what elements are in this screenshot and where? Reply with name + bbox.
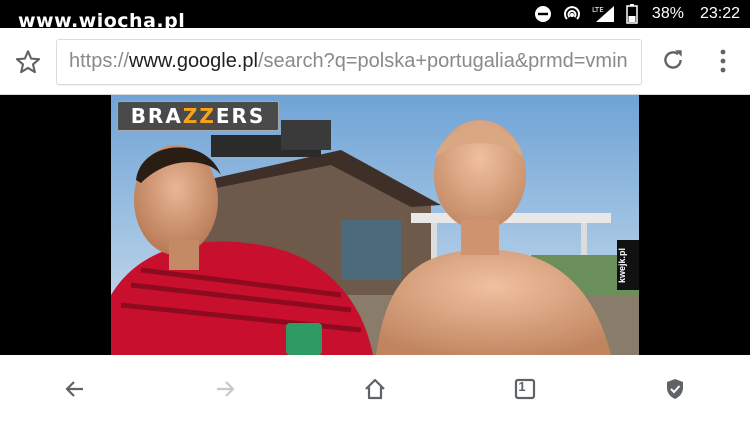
brand-zz: ZZ bbox=[182, 104, 216, 128]
status-icons: LTE 38% 23:22 bbox=[534, 0, 750, 28]
url-text[interactable]: https://www.google.pl/search?q=polska+po… bbox=[69, 50, 628, 73]
url-path: /search?q=polska+portugalia&prmd=vmin bbox=[258, 50, 628, 72]
photo-illustration bbox=[111, 95, 639, 355]
shield-check-icon bbox=[667, 379, 683, 399]
clock: 23:22 bbox=[699, 5, 740, 22]
page-content: BRA ZZ ERS kwejk.pl bbox=[0, 95, 750, 355]
svg-text:LTE: LTE bbox=[592, 6, 604, 14]
url-domain: www.google.pl bbox=[129, 50, 258, 72]
home-button[interactable] bbox=[361, 375, 389, 403]
browser-toolbar: https://www.google.pl/search?q=polska+po… bbox=[0, 28, 750, 95]
overflow-menu-icon[interactable] bbox=[712, 46, 734, 76]
forward-arrow-icon bbox=[217, 381, 235, 397]
reload-icon[interactable] bbox=[660, 47, 686, 73]
bottom-navigation bbox=[0, 355, 750, 422]
lte-signal-icon: LTE bbox=[592, 6, 614, 22]
brand-right: ERS bbox=[215, 104, 266, 128]
brazzers-logo: BRA ZZ ERS bbox=[117, 101, 279, 131]
battery-percent: 38% bbox=[651, 5, 684, 22]
forward-button[interactable] bbox=[211, 375, 239, 403]
status-bar: www.wiocha.pl LTE 38% 23:22 bbox=[0, 0, 750, 32]
hotspot-icon bbox=[564, 6, 580, 20]
meme-image: BRA ZZ ERS kwejk.pl bbox=[111, 95, 639, 355]
back-arrow-icon bbox=[65, 381, 83, 397]
tab-count: 1 bbox=[518, 379, 526, 394]
bookmark-star-icon[interactable] bbox=[14, 48, 42, 76]
back-button[interactable] bbox=[61, 375, 89, 403]
kwejk-watermark: kwejk.pl bbox=[617, 240, 639, 290]
home-icon bbox=[365, 378, 385, 400]
brand-left: BRA bbox=[130, 104, 183, 128]
do-not-disturb-icon bbox=[534, 6, 551, 22]
battery-icon bbox=[626, 4, 638, 24]
address-bar[interactable]: https://www.google.pl/search?q=polska+po… bbox=[56, 39, 642, 85]
url-scheme: https:// bbox=[69, 50, 130, 72]
shield-button[interactable] bbox=[661, 375, 689, 403]
